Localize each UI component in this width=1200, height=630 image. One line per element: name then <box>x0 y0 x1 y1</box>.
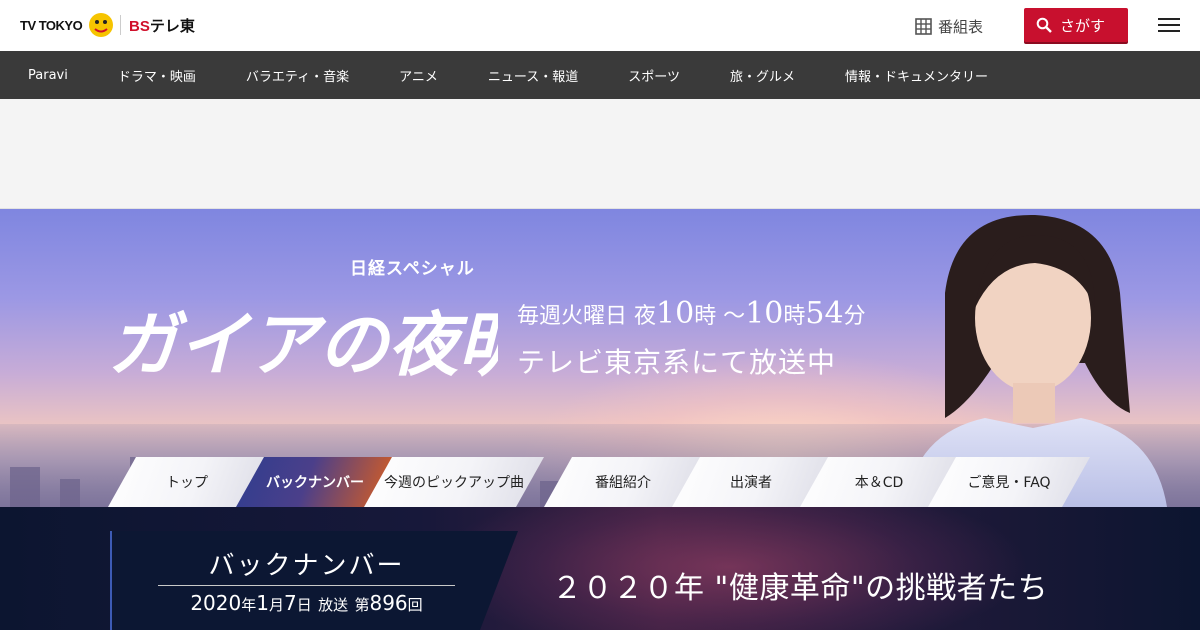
schedule-end-hour: 10 <box>745 296 784 331</box>
episode-year-unit: 年 <box>241 596 257 614</box>
site-header: TV TOKYO BSテレ東 番組表 さがす <box>0 0 1200 51</box>
genre-navigation: Paravi ドラマ・映画 バラエティ・音楽 アニメ ニュース・報道 スポーツ … <box>0 51 1200 99</box>
episode-year: 2020 <box>190 591 242 615</box>
bs-logo-suffix: テレ東 <box>149 18 195 35</box>
episode-day: 7 <box>283 591 297 615</box>
schedule-end-minute: 54 <box>805 296 844 331</box>
program-title: ガイアの夜明け <box>108 303 498 386</box>
tab-pickup-songs[interactable]: 今週のピックアップ曲 <box>364 457 544 507</box>
tv-tokyo-logo[interactable]: TV TOKYO <box>20 10 116 40</box>
broadcast-note: テレビ東京系にて放送中 <box>517 346 837 379</box>
episode-number: 896 <box>369 591 408 615</box>
tv-tokyo-logo-text: TV TOKYO <box>20 17 83 33</box>
episode-title: ２０２０年 "健康革命"の挑戦者たち <box>552 571 1049 606</box>
search-icon <box>1036 17 1052 33</box>
bs-logo-prefix: BS <box>129 18 150 35</box>
nav-item-info-documentary[interactable]: 情報・ドキュメンタリー <box>845 66 988 85</box>
back-number-box: バックナンバー 2020年1月7日 放送 第896回 <box>110 531 518 630</box>
search-button[interactable]: さがす <box>1024 8 1128 42</box>
logo-divider <box>120 15 121 35</box>
advertisement-area <box>0 99 1200 209</box>
episode-number-unit: 回 <box>407 596 423 614</box>
nav-item-anime[interactable]: アニメ <box>399 66 438 85</box>
nav-item-paravi[interactable]: Paravi <box>28 68 68 83</box>
tab-feedback-faq[interactable]: ご意見・FAQ <box>928 457 1090 507</box>
episode-month-unit: 月 <box>268 596 284 614</box>
nav-item-sports[interactable]: スポーツ <box>628 66 680 85</box>
mascot-logo-icon <box>89 13 114 37</box>
program-hero-banner: 日経スペシャル ガイアの夜明け 毎週火曜日 夜10時 ～10時54分 テレビ東京… <box>0 209 1200 507</box>
bs-tvtokyo-logo[interactable]: BSテレ東 <box>129 15 195 36</box>
episode-broadcast-date: 2020年1月7日 放送 第896回 <box>158 591 455 615</box>
nav-item-travel-gourmet[interactable]: 旅・グルメ <box>730 66 795 85</box>
program-guide-label: 番組表 <box>938 18 984 36</box>
back-number-divider <box>158 585 455 586</box>
program-guide-grid-icon <box>915 18 932 35</box>
search-button-label: さがす <box>1060 16 1106 35</box>
episode-month: 1 <box>256 591 269 615</box>
episode-number-prefix: 第 <box>354 596 370 614</box>
broadcast-schedule: 毎週火曜日 夜10時 ～10時54分 <box>517 296 866 331</box>
schedule-start-hour: 10 <box>656 296 695 331</box>
episode-broadcast-word: 放送 <box>318 596 349 614</box>
episode-header: バックナンバー 2020年1月7日 放送 第896回 ２０２０年 "健康革命"の… <box>0 507 1200 630</box>
program-guide-link[interactable]: 番組表 <box>915 16 983 37</box>
back-number-heading: バックナンバー <box>208 551 405 581</box>
schedule-prefix: 毎週火曜日 夜 <box>517 304 656 329</box>
episode-day-unit: 日 <box>296 596 312 614</box>
schedule-end-hour-suffix: 時 <box>783 304 806 329</box>
nav-item-news[interactable]: ニュース・報道 <box>488 66 578 85</box>
schedule-start-suffix: 時 ～ <box>694 304 746 329</box>
program-title-logo: ガイアの夜明け <box>108 303 498 386</box>
hamburger-menu-icon[interactable] <box>1158 14 1182 36</box>
nav-item-variety-music[interactable]: バラエティ・音楽 <box>246 66 349 85</box>
schedule-end-minute-suffix: 分 <box>843 304 866 329</box>
nav-item-drama-movie[interactable]: ドラマ・映画 <box>118 66 196 85</box>
